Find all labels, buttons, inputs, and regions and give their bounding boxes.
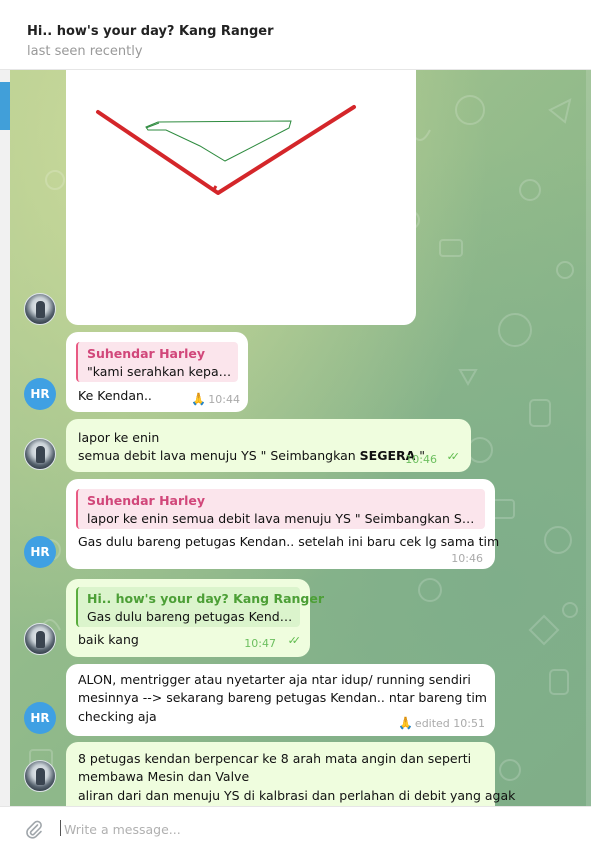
message-text-line: ALON, mentrigger atau nyetarter aja ntar… (78, 672, 471, 687)
sender-avatar[interactable]: HR (24, 536, 56, 568)
message-text: Gas dulu bareng petugas Kendan.. setelah… (78, 534, 500, 549)
sender-avatar[interactable]: HR (24, 702, 56, 734)
message-bubble[interactable]: Suhendar Harley "kami serahkan kepad... … (66, 332, 248, 412)
sender-avatar[interactable] (24, 623, 56, 655)
pray-reaction-icon: 🙏 (397, 716, 413, 730)
message-text-line: aliran dari dan menuju YS di kalbrasi da… (78, 788, 516, 803)
message-text-line: mesinnya --> sekarang bareng petugas Ken… (78, 690, 487, 705)
reply-text: lapor ke enin semua debit lava menuju YS… (87, 511, 479, 526)
message-time: 10:46 (405, 453, 437, 466)
double-check-icon: ✓✓ (287, 634, 302, 647)
message-composer[interactable] (0, 806, 591, 849)
reply-quote[interactable]: Hi.. how's your day? Kang Ranger Gas dul… (76, 587, 324, 627)
message-area[interactable]: Suhendar Harley "kami serahkan kepad... … (10, 70, 591, 806)
message-time: 🙏 edited 10:51 (397, 716, 485, 730)
selected-dialog-indicator (0, 82, 10, 130)
dialog-list-edge (0, 70, 10, 806)
drawing-image (96, 105, 356, 195)
message-text-line: membawa Mesin dan Valve (78, 769, 250, 784)
reply-sender-name: Hi.. how's your day? Kang Ranger (87, 591, 325, 606)
paperclip-icon[interactable] (24, 819, 44, 839)
message-bubble[interactable]: lapor ke enin semua debit lava menuju YS… (66, 419, 471, 472)
chat-header[interactable]: Hi.. how's your day? Kang Ranger last se… (0, 14, 591, 70)
reply-sender-name: Suhendar Harley (87, 346, 206, 361)
message-bubble[interactable]: ALON, mentrigger atau nyetarter aja ntar… (66, 664, 495, 736)
text-cursor (60, 820, 61, 836)
sender-avatar[interactable] (24, 438, 56, 470)
message-bubble[interactable]: Suhendar Harley lapor ke enin semua debi… (66, 479, 499, 569)
message-text-line: checking aja (78, 709, 157, 724)
chat-scrollbar[interactable] (586, 70, 591, 806)
pray-reaction-icon: 🙏 (191, 392, 207, 406)
window-top-strip (0, 0, 591, 14)
chat-title[interactable]: Hi.. how's your day? Kang Ranger (27, 24, 274, 39)
message-text-line: 8 petugas kendan berpencar ke 8 arah mat… (78, 751, 472, 766)
message-bubble[interactable]: Hi.. how's your day? Kang Ranger Gas dul… (66, 579, 324, 657)
message-input[interactable] (64, 819, 544, 839)
message-text: Ke Kendan.. (78, 388, 152, 403)
message-time: 🙏 10:44 (191, 392, 240, 406)
message-time: 10:46 (451, 552, 483, 565)
double-check-icon: ✓✓ (446, 450, 461, 463)
message-text: baik kang (78, 632, 139, 647)
sender-avatar[interactable]: HR (24, 378, 56, 410)
image-message[interactable] (66, 70, 416, 325)
reply-quote[interactable]: Suhendar Harley lapor ke enin semua debi… (76, 489, 485, 529)
sender-avatar[interactable] (24, 293, 56, 325)
last-seen-status: last seen recently (27, 44, 143, 59)
reply-text: "kami serahkan kepad... (87, 364, 232, 379)
message-time: 10:47 (244, 637, 276, 650)
reply-sender-name: Suhendar Harley (87, 493, 206, 508)
reply-quote[interactable]: Suhendar Harley "kami serahkan kepad... (76, 342, 238, 382)
message-text-line: lapor ke enin (78, 430, 160, 445)
reply-text: Gas dulu bareng petugas Kendan... (87, 609, 294, 624)
message-text-line: semua debit lava menuju YS " Seimbangkan… (78, 448, 426, 463)
sender-avatar[interactable] (24, 760, 56, 792)
message-bubble[interactable]: 8 petugas kendan berpencar ke 8 arah mat… (66, 742, 515, 806)
